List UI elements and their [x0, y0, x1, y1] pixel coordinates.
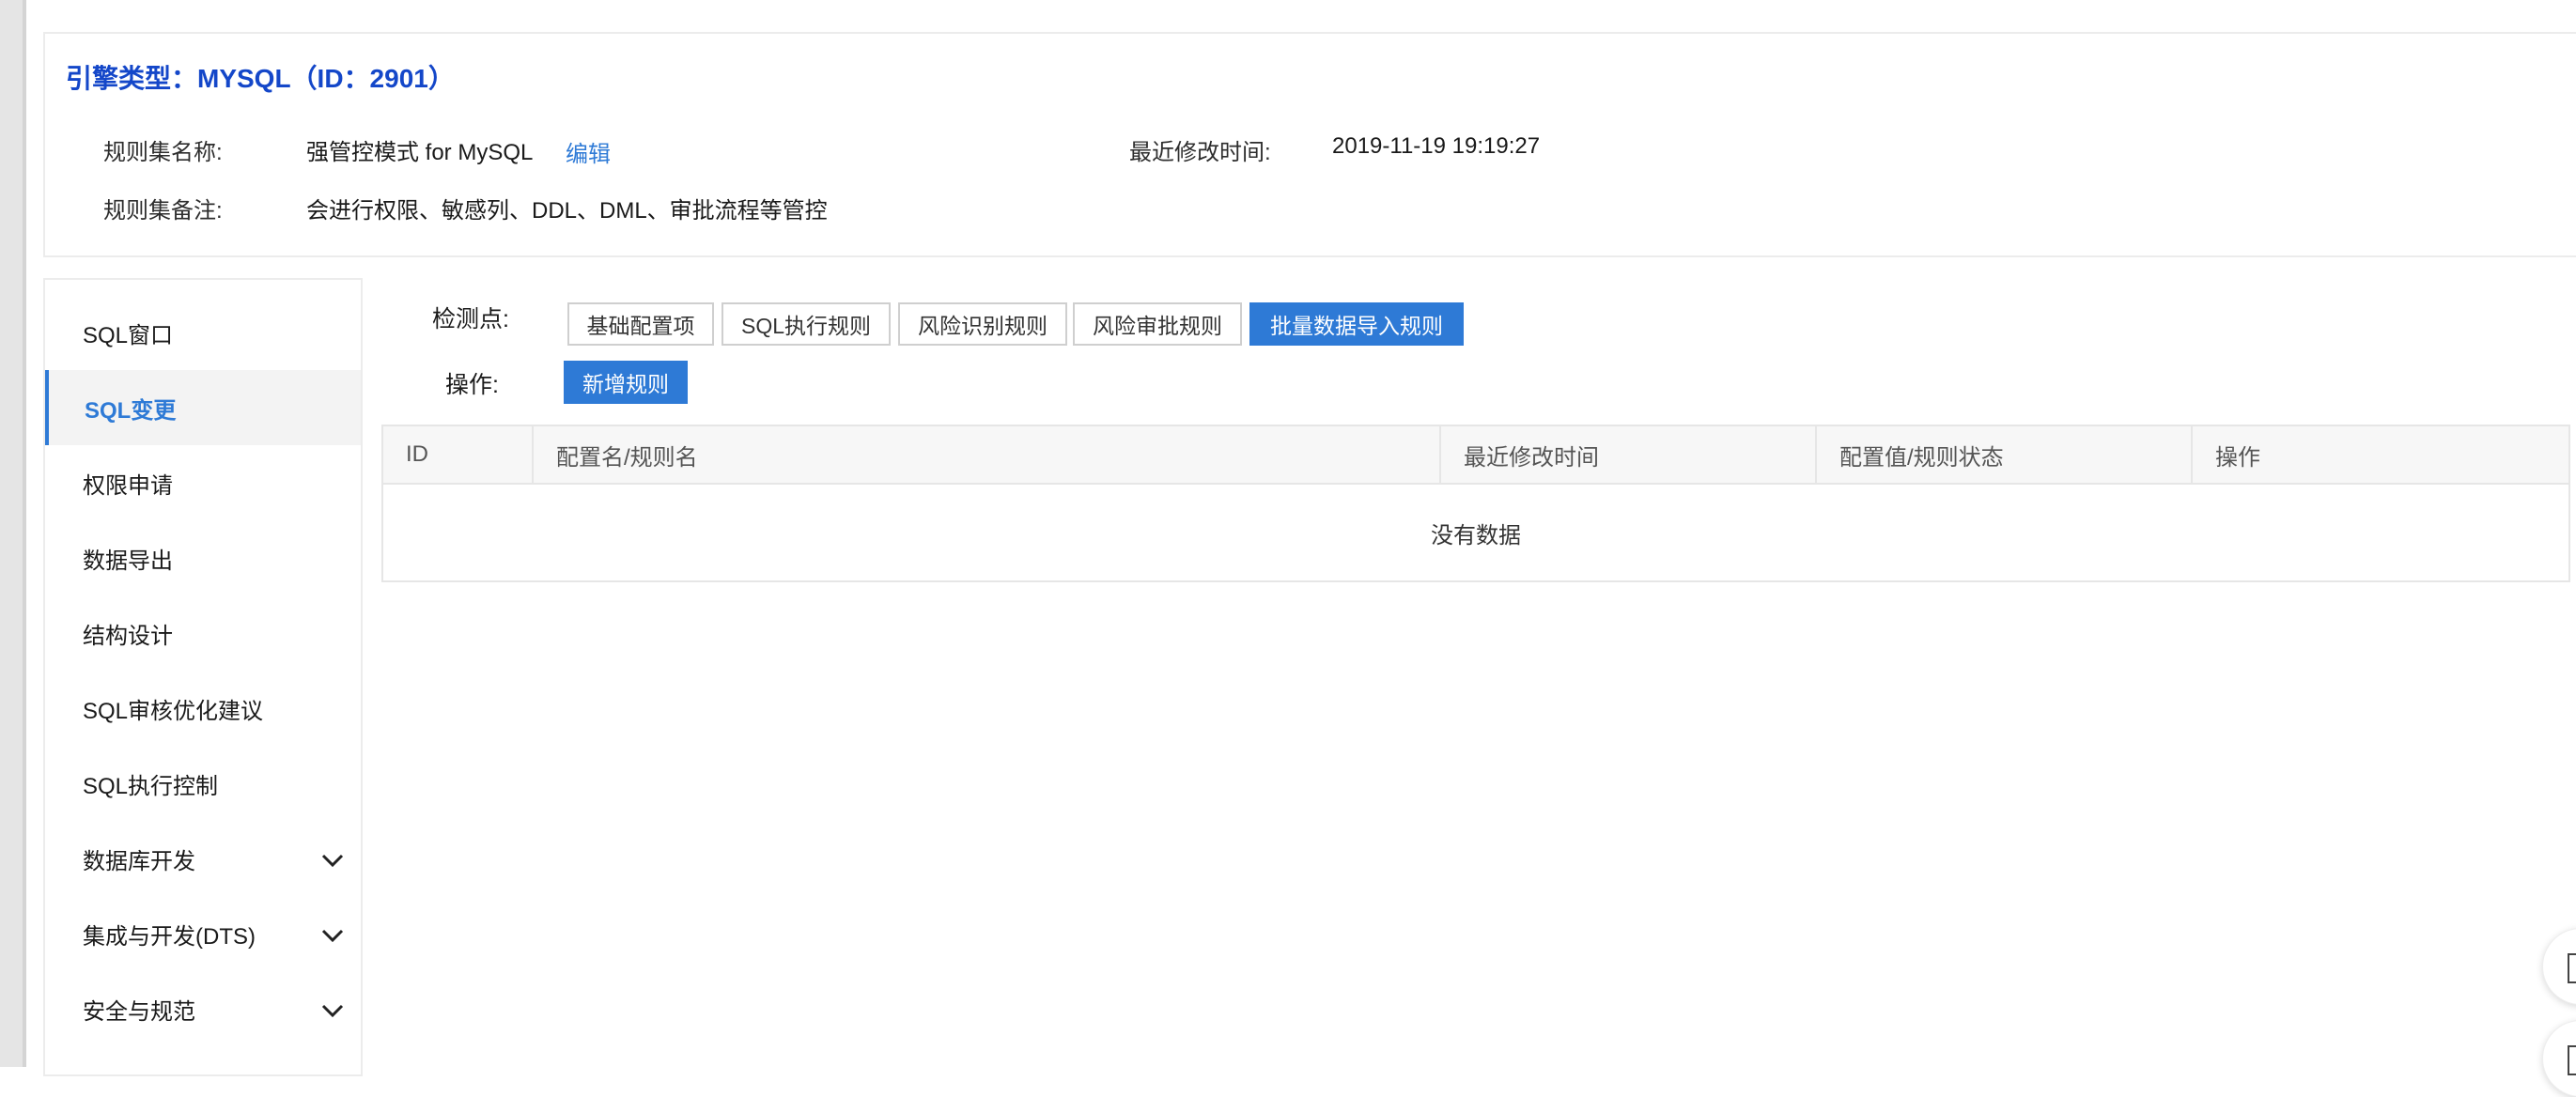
sidebar-item-label: SQL窗口	[83, 322, 174, 348]
ruleset-remark-value: 会进行权限、敏感列、DDL、DML、审批流程等管控	[306, 198, 828, 224]
tab-risk-approval-rules[interactable]: 风险审批规则	[1073, 302, 1242, 346]
sidebar-item-sql-review[interactable]: SQL审核优化建议	[45, 671, 361, 746]
sidebar-item-sql-change[interactable]: SQL变更	[45, 370, 361, 445]
add-rule-button[interactable]: 新增规则	[564, 361, 688, 404]
sidebar: SQL窗口 SQL变更 权限申请 数据导出 结构设计 SQL审核优化建议 SQL…	[43, 278, 363, 1076]
tab-sql-exec-rules[interactable]: SQL执行规则	[722, 302, 891, 346]
column-header-id[interactable]: ID	[383, 426, 534, 483]
column-header-name[interactable]: 配置名/规则名	[534, 426, 1441, 483]
sidebar-item-permission-request[interactable]: 权限申请	[45, 445, 361, 520]
sidebar-item-label: 结构设计	[83, 623, 173, 649]
table-header: ID 配置名/规则名 最近修改时间 配置值/规则状态 操作	[383, 426, 2568, 485]
page: 引擎类型：MYSQL（ID：2901） 规则集名称: 强管控模式 for MyS…	[0, 0, 2576, 1097]
sidebar-item-label: SQL变更	[85, 397, 177, 424]
chevron-down-icon[interactable]	[319, 922, 346, 949]
floating-action-button[interactable]	[2542, 1020, 2576, 1097]
sidebar-item-schema-design[interactable]: 结构设计	[45, 595, 361, 671]
rules-table: ID 配置名/规则名 最近修改时间 配置值/规则状态 操作 没有数据	[381, 425, 2570, 582]
operation-label: 操作:	[445, 372, 499, 398]
sidebar-item-label: 安全与规范	[83, 998, 195, 1025]
edit-ruleset-link[interactable]: 编辑	[566, 135, 611, 168]
sidebar-item-label: 权限申请	[83, 472, 173, 499]
ruleset-info-panel: 引擎类型：MYSQL（ID：2901） 规则集名称: 强管控模式 for MyS…	[43, 32, 2576, 257]
column-header-actions[interactable]: 操作	[2193, 426, 2568, 483]
sidebar-item-security[interactable]: 安全与规范	[45, 971, 361, 1046]
column-header-modified-time[interactable]: 最近修改时间	[1441, 426, 1817, 483]
bracket-icon	[2568, 953, 2576, 983]
tab-risk-identify-rules[interactable]: 风险识别规则	[898, 302, 1067, 346]
ruleset-remark-label: 规则集备注:	[103, 198, 223, 224]
sidebar-item-label: 数据库开发	[83, 848, 195, 874]
ruleset-name-value: 强管控模式 for MySQL	[306, 140, 534, 165]
ruleset-name-label: 规则集名称:	[103, 140, 223, 165]
sidebar-item-sql-window[interactable]: SQL窗口	[45, 295, 361, 370]
column-header-value-status[interactable]: 配置值/规则状态	[1817, 426, 2193, 483]
window-left-edge	[0, 0, 26, 1067]
floating-action-button[interactable]	[2542, 928, 2576, 1005]
sidebar-item-dts[interactable]: 集成与开发(DTS)	[45, 896, 361, 971]
bracket-icon	[2568, 1045, 2576, 1075]
tab-basic-config[interactable]: 基础配置项	[567, 302, 714, 346]
sidebar-item-db-development[interactable]: 数据库开发	[45, 821, 361, 896]
sidebar-item-label: SQL执行控制	[83, 773, 219, 799]
modified-time-label: 最近修改时间:	[1129, 140, 1271, 165]
tab-batch-import-rules[interactable]: 批量数据导入规则	[1249, 302, 1464, 346]
sidebar-item-sql-exec-control[interactable]: SQL执行控制	[45, 746, 361, 821]
chevron-down-icon[interactable]	[319, 997, 346, 1024]
sidebar-item-data-export[interactable]: 数据导出	[45, 520, 361, 595]
checkpoint-label: 检测点:	[432, 306, 509, 332]
table-empty-state: 没有数据	[1431, 522, 1521, 548]
chevron-down-icon[interactable]	[319, 847, 346, 873]
sidebar-item-label: 数据导出	[83, 548, 173, 574]
engine-type-title: 引擎类型：MYSQL（ID：2901）	[66, 64, 455, 93]
modified-time-value: 2019-11-19 19:19:27	[1332, 133, 1541, 159]
sidebar-item-label: 集成与开发(DTS)	[83, 923, 256, 950]
sidebar-item-label: SQL审核优化建议	[83, 698, 264, 724]
